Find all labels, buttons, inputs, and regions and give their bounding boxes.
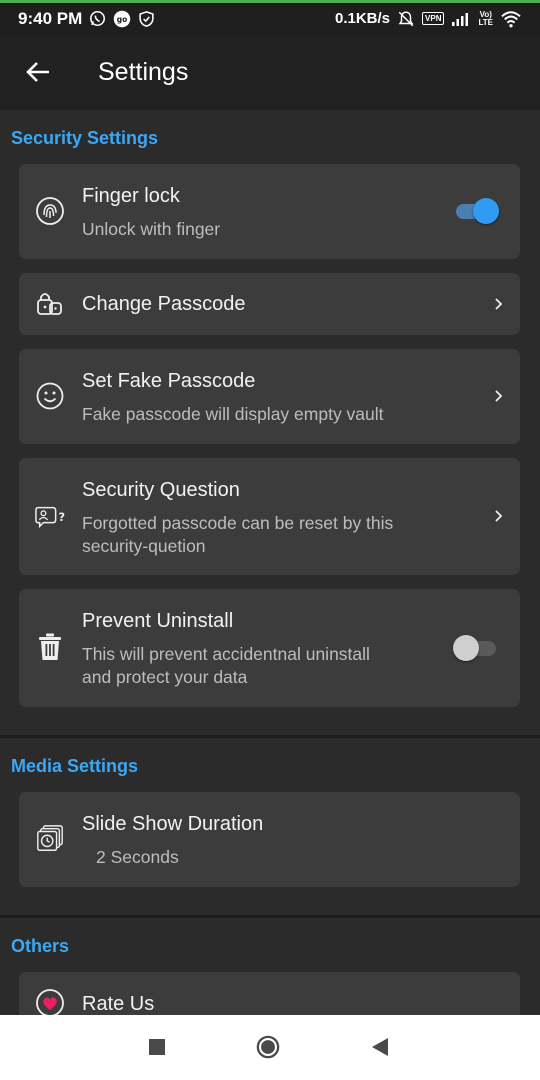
setting-slideshow-duration[interactable]: Slide Show Duration 2 Seconds (19, 792, 520, 887)
page-title: Settings (98, 57, 189, 86)
wifi-icon (500, 10, 522, 28)
security-question-subtitle-1: Forgotted passcode can be reset by this (82, 513, 394, 533)
setting-rate-us[interactable]: Rate Us (19, 972, 520, 1015)
setting-fake-passcode[interactable]: Set Fake Passcode Fake passcode will dis… (19, 349, 520, 444)
whatsapp-icon (89, 10, 106, 27)
chevron-right-icon (495, 390, 503, 402)
recents-button[interactable] (145, 1035, 169, 1059)
heart-icon (35, 988, 65, 1015)
trash-icon (35, 632, 65, 662)
fingerprint-icon (35, 196, 65, 226)
setting-security-question[interactable]: ? Security Question Forgotted passcode c… (19, 458, 520, 575)
slideshow-duration-title: Slide Show Duration (82, 813, 264, 835)
prevent-uninstall-title: Prevent Uninstall (82, 610, 234, 632)
volte-icon: Vo) LTE (478, 10, 493, 27)
section-divider (0, 915, 540, 918)
chevron-right-icon (495, 510, 503, 522)
home-button[interactable] (256, 1035, 280, 1059)
status-right: 0.1KB/s VPN Vo) LTE (335, 10, 522, 28)
security-question-subtitle-2: security-quetion (82, 536, 206, 556)
back-nav-button[interactable] (368, 1035, 392, 1059)
vpn-icon: VPN (422, 12, 445, 25)
slideshow-timer-icon (35, 824, 65, 854)
volte-bottom: LTE (478, 17, 493, 27)
app-bar: Settings (0, 34, 540, 110)
section-divider (0, 735, 540, 738)
status-speed: 0.1KB/s (335, 10, 391, 27)
chevron-right-icon (495, 298, 503, 310)
prevent-uninstall-subtitle-2: and protect your data (82, 667, 248, 687)
mute-icon (397, 10, 415, 28)
prevent-uninstall-subtitle-1: This will prevent accidentnal uninstall (82, 644, 370, 664)
home-circle-icon (256, 1035, 280, 1059)
change-passcode-title: Change Passcode (82, 293, 246, 315)
back-button[interactable] (0, 34, 76, 110)
section-header-media: Media Settings (11, 756, 139, 776)
status-left: 9:40 PM go (18, 9, 155, 29)
toggle-thumb (473, 198, 499, 224)
finger-lock-subtitle: Unlock with finger (82, 219, 221, 239)
status-bar: 9:40 PM go 0.1KB/s VPN Vo) LTE (0, 0, 540, 34)
section-header-others: Others (11, 936, 70, 956)
prevent-uninstall-toggle[interactable] (453, 635, 500, 661)
settings-content[interactable]: Security Settings Finger lock Unlock wit… (0, 110, 540, 1015)
svg-text:go: go (117, 15, 128, 24)
fake-passcode-subtitle: Fake passcode will display empty vault (82, 404, 384, 424)
status-time: 9:40 PM (18, 8, 83, 28)
section-header-security: Security Settings (11, 128, 159, 148)
toggle-thumb (453, 635, 479, 661)
rate-us-title: Rate Us (82, 993, 155, 1015)
recents-square-icon (149, 1039, 165, 1055)
finger-lock-title: Finger lock (82, 185, 180, 207)
setting-prevent-uninstall[interactable]: Prevent Uninstall This will prevent acci… (19, 589, 520, 707)
back-triangle-icon (372, 1038, 388, 1056)
setting-finger-lock[interactable]: Finger lock Unlock with finger (19, 164, 520, 259)
security-question-title: Security Question (82, 479, 240, 501)
svg-text:?: ? (58, 511, 65, 524)
shield-icon (138, 10, 155, 28)
finger-lock-toggle[interactable] (454, 198, 500, 224)
arrow-left-icon (26, 62, 49, 82)
signal-icon (451, 11, 471, 27)
smiley-icon (35, 381, 65, 411)
slideshow-duration-value: 2 Seconds (96, 847, 179, 867)
passcode-lock-icon (35, 289, 65, 319)
go-icon: go (113, 10, 131, 28)
security-question-icon: ? (35, 502, 65, 532)
setting-change-passcode[interactable]: Change Passcode (19, 273, 520, 335)
fake-passcode-title: Set Fake Passcode (82, 370, 256, 392)
system-nav-bar (0, 1015, 540, 1080)
